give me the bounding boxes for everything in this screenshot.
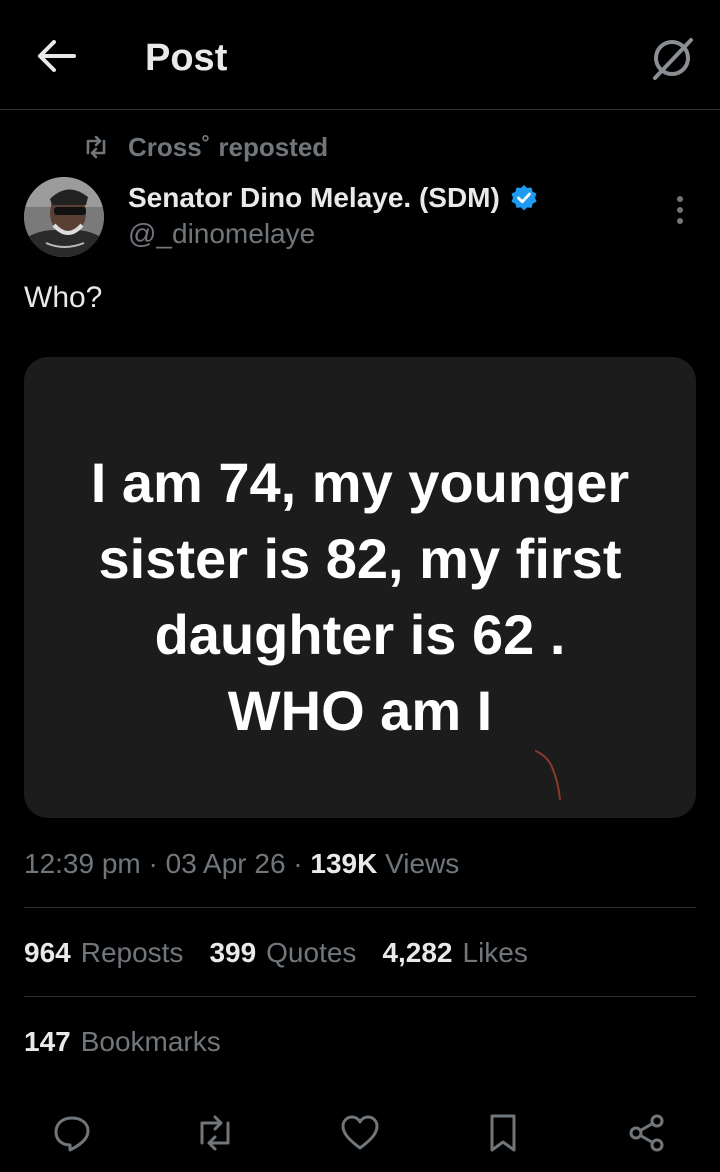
share-button[interactable]	[622, 1108, 672, 1158]
repost-small-icon	[82, 133, 110, 161]
post-time: 12:39 pm	[24, 848, 141, 879]
page-title: Post	[145, 37, 228, 79]
avatar[interactable]	[24, 177, 104, 257]
share-icon	[629, 1114, 664, 1152]
bookmarks-stat[interactable]: 147 Bookmarks	[24, 1023, 221, 1061]
grok-icon	[653, 38, 693, 80]
divider	[24, 996, 696, 997]
action-bar	[0, 1108, 720, 1158]
repost-icon	[200, 1115, 230, 1151]
back-button[interactable]	[30, 32, 82, 80]
meta-separator: ·	[293, 848, 303, 879]
likes-count: 4,282	[382, 937, 453, 968]
repost-label: reposted	[218, 131, 329, 162]
divider	[24, 907, 696, 908]
like-button[interactable]	[335, 1108, 385, 1158]
post-image-text: I am 74, my younger sister is 82, my fir…	[90, 451, 630, 742]
repost-button[interactable]	[190, 1108, 240, 1158]
reposts-count: 964	[24, 937, 71, 968]
stray-mark	[535, 750, 561, 800]
post-stats: 964 Reposts 399 Quotes 4,282 Likes	[24, 934, 554, 972]
reposts-label: Reposts	[80, 937, 184, 968]
avatar-photo	[24, 177, 104, 257]
more-vertical-icon	[677, 196, 683, 224]
reply-icon	[54, 1116, 90, 1152]
quotes-label: Quotes	[266, 937, 357, 968]
bookmarks-count: 147	[24, 1026, 71, 1057]
likes-label: Likes	[462, 937, 528, 968]
meta-separator: ·	[148, 848, 158, 879]
more-options-button[interactable]	[664, 190, 696, 230]
top-bar: Post	[0, 0, 720, 110]
author-display-name: Senator Dino Melaye. (SDM)	[128, 182, 500, 213]
repost-indicator[interactable]: Cross˚ reposted	[82, 130, 328, 164]
repost-user: Cross˚	[128, 131, 211, 162]
post-meta: 12:39 pm · 03 Apr 26 · 139K Views	[24, 845, 459, 883]
author-name[interactable]: Senator Dino Melaye. (SDM)	[128, 180, 538, 216]
quotes-count: 399	[209, 937, 257, 968]
reposts-stat[interactable]: 964 Reposts	[24, 934, 183, 972]
author-handle[interactable]: @_dinomelaye	[128, 216, 315, 252]
verified-badge-icon	[510, 184, 538, 212]
quotes-stat[interactable]: 399 Quotes	[209, 934, 356, 972]
post-date: 03 Apr 26	[165, 848, 286, 879]
bookmarks-label: Bookmarks	[80, 1026, 221, 1057]
views-label: Views	[385, 848, 460, 879]
post-text: Who?	[24, 281, 103, 314]
bookmark-icon	[490, 1114, 516, 1152]
reply-button[interactable]	[47, 1108, 97, 1158]
likes-stat[interactable]: 4,282 Likes	[382, 934, 527, 972]
post-image[interactable]: I am 74, my younger sister is 82, my fir…	[24, 357, 696, 818]
grok-button[interactable]	[644, 30, 700, 86]
bookmark-button[interactable]	[478, 1108, 528, 1158]
views-count: 139K	[310, 848, 378, 879]
like-icon	[341, 1115, 379, 1150]
back-arrow-icon	[38, 40, 76, 72]
